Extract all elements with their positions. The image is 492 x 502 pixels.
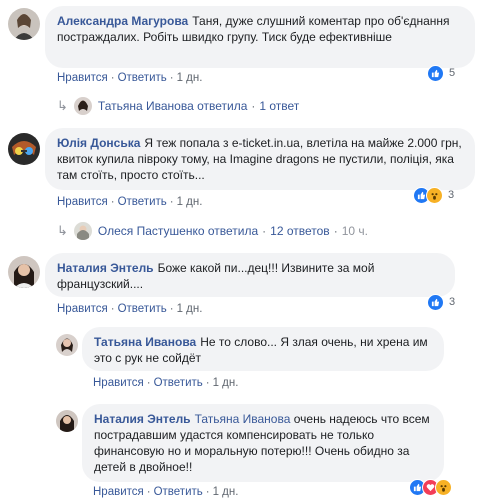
reply-button[interactable]: Ответить [154,377,203,389]
like-button[interactable]: Нравится [57,196,108,208]
comment-author[interactable]: Наталия Энтель [57,261,154,275]
comment-author[interactable]: Татьяна Иванова [94,335,196,349]
avatar[interactable] [8,133,40,165]
comment-author[interactable]: Юлія Донська [57,136,140,150]
reply-actions: Нравится · Ответить · 1 дн. [93,486,239,498]
avatar[interactable] [56,334,78,356]
replier-name[interactable]: Олеся Пастушенко ответила [98,224,258,238]
timestamp[interactable]: 1 дн. [213,377,239,389]
avatar[interactable] [56,410,78,432]
timestamp[interactable]: 1 дн. [213,486,239,498]
reply-button[interactable]: Ответить [154,486,203,498]
timestamp[interactable]: 10 ч. [342,224,368,238]
like-button[interactable]: Нравится [57,72,108,84]
comment-actions: Нравится · Ответить · 1 дн. [57,196,203,208]
reply-button[interactable]: Ответить [118,196,167,208]
reaction-count: 5 [449,67,456,79]
comment-bubble: Юлія Донська Я теж попала з e-ticket.in.u… [45,128,475,190]
replier-name[interactable]: Татьяна Иванова ответила [98,99,247,113]
timestamp[interactable]: 1 дн. [177,303,203,315]
reaction-summary[interactable]: 3 [427,292,455,312]
timestamp[interactable]: 1 дн. [177,196,203,208]
comment-author[interactable]: Александра Магурова [57,14,188,28]
reply-button[interactable]: Ответить [118,303,167,315]
reply-count[interactable]: 1 ответ [259,99,299,113]
view-replies-link[interactable]: ↳ Татьяна Иванова ответила · 1 ответ [57,97,299,115]
avatar [73,97,92,115]
reaction-count: 3 [449,296,456,308]
comment-actions: Нравится · Ответить · 1 дн. [57,303,203,315]
reply-button[interactable]: Ответить [118,72,167,84]
like-reaction-icon [427,64,444,82]
reaction-summary[interactable]: 3 [413,185,454,205]
like-button[interactable]: Нравится [93,377,144,389]
reply-arrow-icon: ↳ [57,98,68,113]
comment-author[interactable]: Наталия Энтель [94,412,191,426]
comment-bubble: Александра Магурова Таня, дуже слушний ко… [45,6,475,68]
reply-bubble: Татьяна Иванова Не то слово... Я злая оче… [82,327,444,371]
reply-bubble: Наталия Энтель Татьяна Иванова очень наде… [82,404,444,482]
reaction-summary[interactable]: 5 [427,63,455,83]
like-reaction-icon [427,293,444,311]
reaction-summary[interactable] [409,477,452,497]
reply-count[interactable]: 12 ответов [270,224,330,238]
wow-reaction-icon [426,186,443,204]
wow-reaction-icon [435,478,452,496]
view-replies-link[interactable]: ↳ Олеся Пастушенко ответила · 12 ответов… [57,222,368,240]
comment-bubble: Наталия Энтель Боже какой пи...дец!!! Изв… [45,253,455,297]
like-button[interactable]: Нравится [93,486,144,498]
reply-actions: Нравится · Ответить · 1 дн. [93,377,239,389]
mention-link[interactable]: Татьяна Иванова [195,412,291,426]
like-button[interactable]: Нравится [57,303,108,315]
avatar[interactable] [8,256,40,288]
timestamp[interactable]: 1 дн. [177,72,203,84]
reaction-count: 3 [448,189,455,201]
reply-arrow-icon: ↳ [57,223,68,238]
avatar [73,222,92,240]
avatar[interactable] [8,8,40,40]
comment-actions: Нравится · Ответить · 1 дн. [57,72,203,84]
